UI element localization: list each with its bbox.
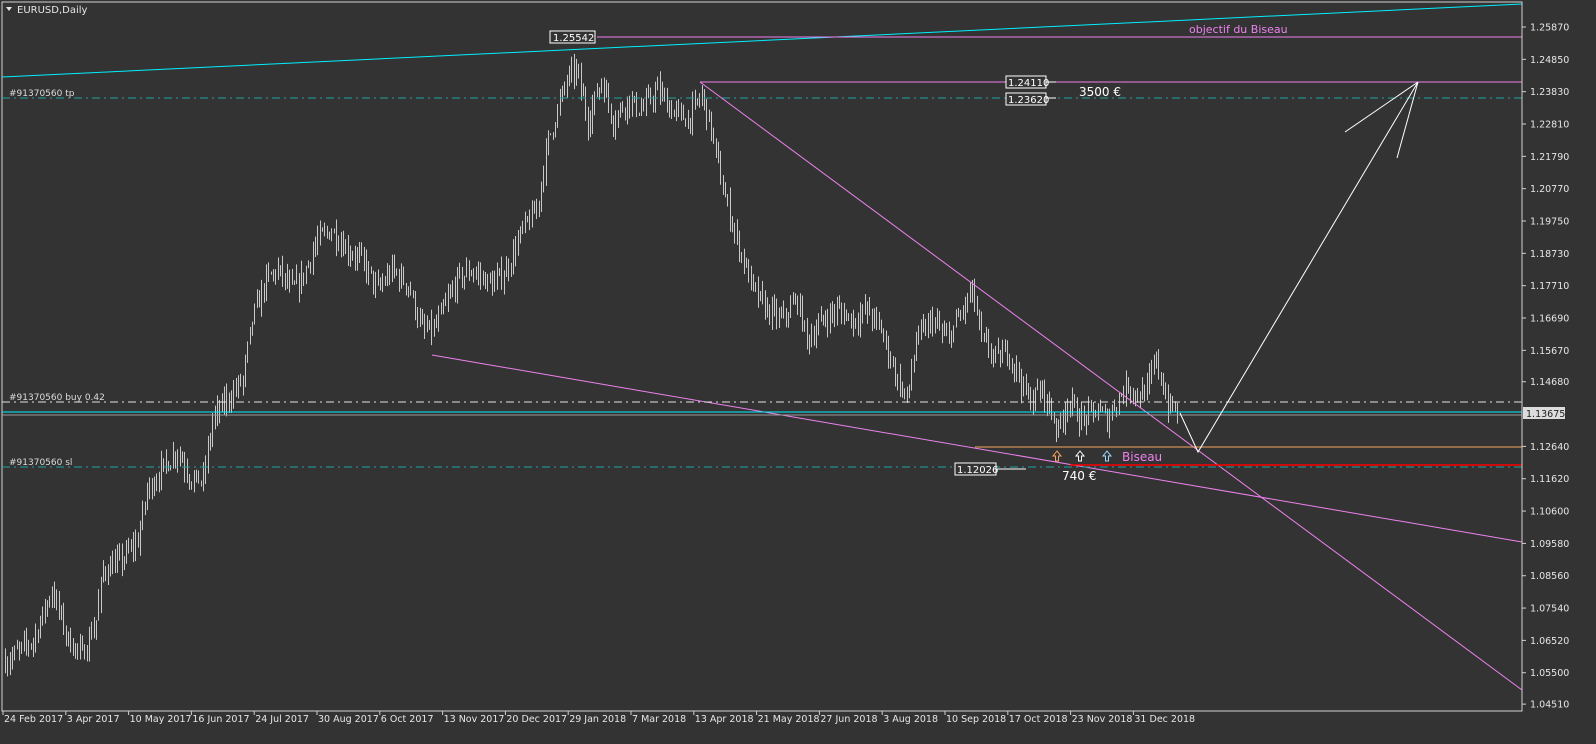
price-tick-label: 1.19750: [1530, 217, 1569, 228]
channel-upper-trendline[interactable]: [1, 3, 1523, 78]
projection-path[interactable]: [1179, 81, 1419, 454]
sl-order-label[interactable]: #91370560 sl: [9, 458, 72, 468]
price-label-2[interactable]: 1.23620: [1005, 92, 1056, 106]
time-tick-label: 13 Nov 2017: [444, 714, 505, 725]
price-tick-label: 1.07540: [1530, 604, 1569, 615]
time-tick-label: 21 May 2018: [758, 714, 820, 725]
chart-frame: [1, 1, 1523, 712]
time-tick-label: 31 Dec 2018: [1134, 714, 1195, 725]
arrowhead-left[interactable]: [1344, 81, 1419, 133]
dropdown-triangle-icon[interactable]: [6, 7, 12, 11]
time-tick-label: 3 Aug 2018: [883, 714, 938, 725]
time-tick-label: 30 Aug 2017: [318, 714, 379, 725]
target-label[interactable]: objectif du Biseau: [1189, 23, 1288, 36]
price-axis[interactable]: 1.25870 1.24850 1.23830 1.22810 1.21790 1.207…: [1521, 2, 1569, 711]
price-tick-label: 1.20770: [1530, 184, 1569, 195]
buy-order-label[interactable]: #91370560 buy 0.42: [9, 393, 105, 403]
price-label-1[interactable]: 1.24110: [1005, 75, 1056, 89]
price-tick-label: 1.24850: [1530, 55, 1569, 66]
wedge-lower-trendline[interactable]: [431, 354, 1523, 543]
price-tick-label: 1.22810: [1530, 120, 1569, 131]
time-tick-label: 20 Dec 2017: [506, 714, 567, 725]
tp-order-label[interactable]: #91370560 tp: [9, 89, 75, 99]
time-tick-label: 6 Oct 2017: [381, 714, 434, 725]
time-tick-label: 24 Feb 2017: [4, 714, 63, 725]
up-arrow-icon[interactable]: [1051, 450, 1063, 462]
price-tick-label: 1.23830: [1530, 87, 1569, 98]
price-tick-label: 1.17710: [1530, 281, 1569, 292]
price-tick-label: 1.08560: [1530, 571, 1569, 582]
time-tick-label: 7 Mar 2018: [632, 714, 686, 725]
time-tick-label: 3 Apr 2017: [67, 714, 120, 725]
up-arrow-icon[interactable]: [1074, 450, 1086, 462]
time-tick-label: 10 May 2017: [130, 714, 192, 725]
time-tick-label: 13 Apr 2018: [695, 714, 754, 725]
price-tick-label: 1.11620: [1530, 474, 1569, 485]
price-label-1-text: 1.24110: [1008, 78, 1049, 89]
time-tick-label: 24 Jul 2017: [255, 714, 309, 725]
price-tick-label: 1.05500: [1530, 668, 1569, 679]
time-tick-label: 16 Jun 2017: [192, 714, 249, 725]
price-tick-label: 1.14680: [1530, 377, 1569, 388]
price-tick-label: 1.12640: [1530, 442, 1569, 453]
time-tick-label: 27 Jun 2018: [820, 714, 877, 725]
price-tick-label: 1.10600: [1530, 507, 1569, 518]
up-arrow-icon[interactable]: [1101, 450, 1113, 462]
time-tick-label: 23 Nov 2018: [1072, 714, 1133, 725]
price-tick-label: 1.18730: [1530, 249, 1569, 260]
chart-objects: [1, 3, 1523, 691]
low-price-text: 1.12026: [957, 465, 998, 476]
symbol-header[interactable]: EURUSD,Daily: [6, 5, 88, 16]
pattern-label[interactable]: Biseau: [1122, 450, 1162, 464]
price-tick-label: 1.21790: [1530, 152, 1569, 163]
price-tick-label: 1.06520: [1530, 636, 1569, 647]
time-tick-label: 10 Sep 2018: [946, 714, 1006, 725]
price-tick-label: 1.09580: [1530, 539, 1569, 550]
current-price-text: 1.13675: [1526, 409, 1565, 420]
arrowhead-right[interactable]: [1396, 81, 1419, 159]
price-chart[interactable]: 1.25870 1.24850 1.23830 1.22810 1.21790 1.207…: [0, 0, 1596, 744]
top-price-label[interactable]: 1.25542: [549, 30, 596, 44]
current-price-tag: 1.13675: [1523, 407, 1565, 420]
time-tick-label: 29 Jan 2018: [569, 714, 626, 725]
price-tick-label: 1.04510: [1530, 700, 1569, 711]
low-price-label[interactable]: 1.12026: [954, 462, 1026, 476]
wedge-upper-trendline[interactable]: [699, 81, 1523, 691]
price-tick-label: 1.15670: [1530, 346, 1569, 357]
profit-label[interactable]: 3500 €: [1079, 85, 1121, 99]
time-tick-label: 17 Oct 2018: [1009, 714, 1068, 725]
price-bars: [5, 53, 1178, 677]
price-label-2-text: 1.23620: [1008, 95, 1049, 106]
price-tick-label: 1.25870: [1530, 23, 1569, 34]
loss-label[interactable]: 740 €: [1062, 469, 1096, 483]
top-price-text: 1.25542: [553, 33, 594, 44]
chart-title: EURUSD,Daily: [17, 5, 88, 16]
time-axis[interactable]: 24 Feb 2017 3 Apr 2017 10 May 2017 16 Jun 2…: [2, 710, 1522, 725]
price-tick-label: 1.16690: [1530, 314, 1569, 325]
